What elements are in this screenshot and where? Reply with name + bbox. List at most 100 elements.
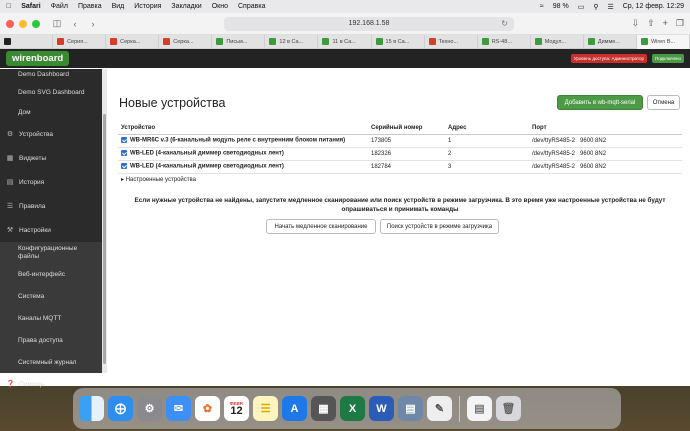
finder-icon[interactable] bbox=[79, 396, 104, 421]
apple-menu-icon[interactable]:  bbox=[6, 3, 11, 10]
sidebar-item-widgets[interactable]: ▦ Виджеты bbox=[0, 146, 102, 170]
download-icon[interactable]: ⇩ bbox=[632, 18, 640, 29]
menu-view[interactable]: Вид bbox=[112, 3, 125, 10]
favicon-icon bbox=[534, 38, 542, 45]
sidebar-item-settings[interactable]: ⚒ Настройки bbox=[0, 218, 102, 242]
notes-icon[interactable]: ☰ bbox=[253, 396, 278, 421]
sidebar-toggle-icon[interactable]: ◫ bbox=[50, 17, 64, 31]
menu-history[interactable]: История bbox=[134, 3, 161, 10]
new-devices-table: Устройство Серийный номер Адрес Порт WB-… bbox=[118, 122, 682, 174]
app-header: wirenboard Уровень доступа: Администрато… bbox=[0, 49, 690, 68]
textedit-icon[interactable]: ✎ bbox=[427, 396, 452, 421]
safari-icon[interactable]: ⨁ bbox=[108, 396, 133, 421]
device-checkbox[interactable] bbox=[121, 150, 127, 157]
tab[interactable]: RS-48... bbox=[478, 34, 531, 49]
tab-overview-icon[interactable]: ❐ bbox=[676, 18, 684, 29]
menu-window[interactable]: Окно bbox=[212, 3, 228, 10]
tab[interactable]: 15 в Са... bbox=[372, 34, 425, 49]
tab[interactable]: 12 в Са... bbox=[265, 34, 319, 49]
wifi-icon[interactable]: ≈ bbox=[540, 3, 544, 10]
new-tab-icon[interactable]: + bbox=[663, 18, 668, 29]
sidebar-item-rules[interactable]: ☰ Правила bbox=[0, 194, 102, 218]
favicon-icon bbox=[640, 38, 648, 45]
tab-active[interactable]: Wiren B... bbox=[636, 34, 690, 49]
system-settings-icon[interactable]: ⚙ bbox=[137, 396, 162, 421]
mail-icon[interactable]: ✉ bbox=[166, 396, 191, 421]
calculator-icon[interactable]: ▦ bbox=[311, 396, 336, 421]
chevron-right-icon: ▸ bbox=[121, 177, 125, 183]
back-arrow-icon[interactable]: ‹ bbox=[68, 17, 82, 31]
device-port-cell: /dev/ttyRS485-2 9600 8N2 bbox=[529, 160, 682, 174]
rules-icon: ☰ bbox=[6, 203, 14, 210]
bootloader-search-button[interactable]: Поиск устройств в режиме загрузчика bbox=[380, 219, 499, 234]
search-icon[interactable]: ⚲ bbox=[593, 3, 598, 11]
table-header-row: Устройство Серийный номер Адрес Порт bbox=[118, 122, 682, 135]
sidebar-item-demo-svg-dashboard[interactable]: Demo SVG Dashboard bbox=[0, 82, 102, 102]
sidebar-item-access-rights[interactable]: Права доступа bbox=[0, 329, 102, 351]
table-row[interactable]: WB-LED (4-канальный диммер светодиодных … bbox=[118, 147, 682, 161]
document-icon[interactable]: ▤ bbox=[467, 396, 492, 421]
sidebar-item-devices[interactable]: ⚙ Устройства bbox=[0, 122, 102, 146]
device-serial: 182326 bbox=[368, 147, 445, 161]
control-center-icon[interactable]: ☰ bbox=[607, 3, 613, 11]
tab[interactable]: Техно... bbox=[425, 34, 478, 49]
table-row[interactable]: WB-LED (4-канальный диммер светодиодных … bbox=[118, 160, 682, 174]
table-row[interactable]: WB-MR6C v.3 (6-канальный модуль реле с в… bbox=[118, 134, 682, 148]
device-address: 1 bbox=[445, 134, 529, 148]
device-port: /dev/ttyRS485-2 bbox=[532, 150, 576, 157]
favicon-icon bbox=[57, 38, 65, 45]
device-checkbox[interactable] bbox=[121, 137, 127, 144]
close-window-button[interactable] bbox=[6, 19, 14, 28]
menu-edit[interactable]: Правка bbox=[78, 3, 102, 10]
sidebar-item-mqtt-channels[interactable]: Каналы MQTT bbox=[0, 307, 102, 329]
tab[interactable]: Модул... bbox=[531, 34, 584, 49]
reload-icon[interactable]: ↻ bbox=[501, 19, 508, 28]
device-checkbox[interactable] bbox=[121, 163, 127, 170]
tab[interactable] bbox=[0, 34, 54, 49]
tab[interactable]: 11 в Са... bbox=[318, 34, 372, 49]
sidebar-item-demo-dashboard[interactable]: Demo Dashboard bbox=[0, 67, 102, 82]
battery-percent[interactable]: 98 % bbox=[553, 3, 569, 10]
favicon-icon bbox=[322, 38, 330, 45]
menu-safari[interactable]: Safari bbox=[21, 3, 40, 10]
favicon-icon bbox=[428, 38, 436, 45]
tab[interactable]: Серка... bbox=[159, 34, 213, 49]
tab[interactable]: Письм... bbox=[212, 34, 266, 49]
battery-icon[interactable]: ▭ bbox=[578, 3, 585, 11]
sidebar-item-system[interactable]: Система bbox=[0, 285, 102, 307]
menubar-clock[interactable]: Ср, 12 февр. 12:29 bbox=[623, 3, 684, 10]
cancel-button[interactable]: Отмена bbox=[647, 95, 680, 110]
sidebar-item-history[interactable]: ▤ История bbox=[0, 170, 102, 194]
sidebar-item-config-files[interactable]: Конфигурационные файлы bbox=[0, 242, 102, 263]
app-store-icon[interactable]: A bbox=[282, 396, 307, 421]
sidebar-item-system-log[interactable]: Системный журнал bbox=[0, 351, 102, 373]
share-icon[interactable]: ⇧ bbox=[647, 18, 655, 29]
connection-status-badge: Подключено bbox=[651, 54, 684, 63]
configured-devices-toggle[interactable]: ▸ Настроенные устройства bbox=[121, 176, 196, 183]
tab[interactable]: Серия... bbox=[53, 34, 107, 49]
trash-icon[interactable]: 🗑 bbox=[496, 396, 521, 421]
scan-notice: Если нужные устройства не найдены, запус… bbox=[118, 196, 682, 214]
start-slow-scan-button[interactable]: Начать медленное сканирование bbox=[266, 219, 376, 234]
tab[interactable]: Серка... bbox=[106, 34, 160, 49]
preview-icon[interactable]: ▤ bbox=[398, 396, 423, 421]
tab[interactable]: Димме... bbox=[584, 34, 637, 49]
minimize-window-button[interactable] bbox=[19, 19, 27, 28]
menu-help[interactable]: Справка bbox=[238, 3, 265, 10]
address-bar[interactable]: 192.168.1.58 ↻ bbox=[224, 16, 514, 31]
menu-file[interactable]: Файл bbox=[51, 3, 68, 10]
sidebar-item-web-ui[interactable]: Веб-интерфейс bbox=[0, 263, 102, 285]
word-icon[interactable]: W bbox=[369, 396, 394, 421]
sidebar-item-home[interactable]: Дом bbox=[0, 102, 102, 122]
gear-icon: ⚙ bbox=[6, 131, 14, 138]
app-body: Demo Dashboard Demo SVG Dashboard Дом ⚙ У… bbox=[0, 67, 690, 388]
photos-icon[interactable]: ✿ bbox=[195, 396, 220, 421]
calendar-icon[interactable]: ФЕВР. 12 bbox=[224, 396, 249, 421]
add-to-wb-mqtt-serial-button[interactable]: Добавить в wb-mqtt-serial bbox=[557, 95, 643, 110]
excel-icon[interactable]: X bbox=[340, 396, 365, 421]
forward-arrow-icon[interactable]: › bbox=[86, 17, 100, 31]
zoom-window-button[interactable] bbox=[32, 19, 40, 28]
help-icon: ❓ bbox=[6, 381, 15, 388]
menu-bookmarks[interactable]: Закладки bbox=[171, 3, 201, 10]
wirenboard-logo[interactable]: wirenboard bbox=[6, 51, 70, 66]
